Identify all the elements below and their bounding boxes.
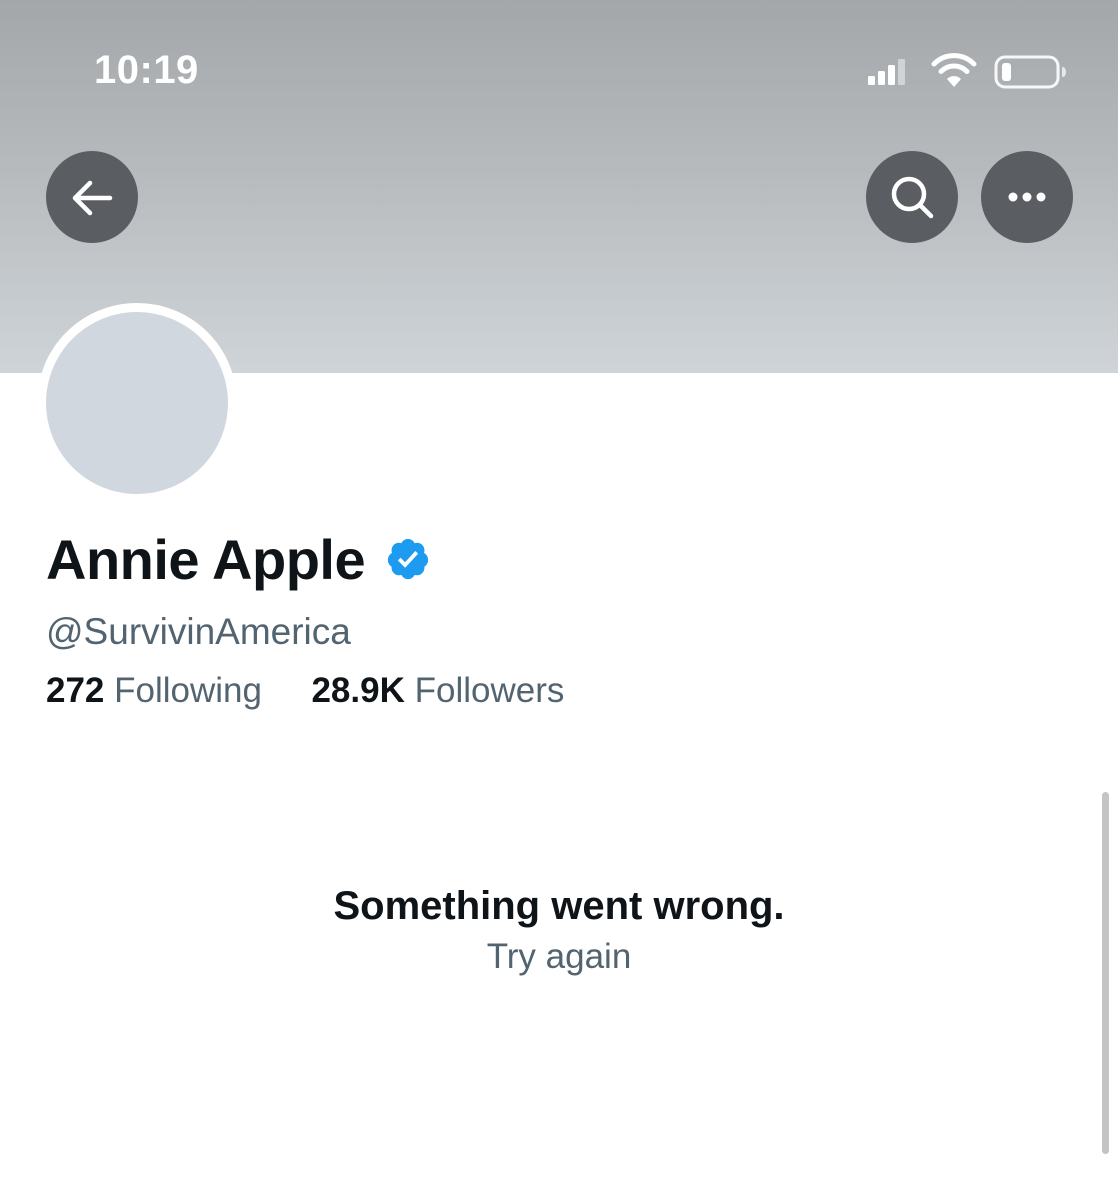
verified-badge-icon[interactable] [385, 536, 431, 587]
search-button[interactable] [866, 151, 958, 243]
battery-icon [994, 54, 1070, 90]
more-horizontal-icon [1008, 192, 1046, 202]
following-link[interactable]: 272 Following [46, 671, 272, 710]
arrow-left-icon [72, 180, 113, 216]
search-icon [891, 176, 934, 219]
status-bar-icons [864, 50, 1074, 94]
followers-count: 28.9K [311, 671, 405, 710]
error-message: Something went wrong. [333, 884, 785, 928]
followers-link[interactable]: 28.9K Followers [302, 671, 565, 710]
more-options-button[interactable] [981, 151, 1073, 243]
followers-label: Followers [414, 671, 565, 710]
cellular-signal-icon [864, 50, 908, 94]
back-button[interactable] [46, 151, 138, 243]
follow-stats: 272 Following 28.9K Followers [46, 671, 564, 711]
following-count: 272 [46, 671, 105, 710]
following-label: Following [114, 671, 262, 710]
error-panel: Something went wrong. Try again [0, 884, 1118, 977]
profile-name-row: Annie Apple [46, 527, 431, 592]
scrollbar[interactable] [1102, 792, 1109, 1154]
wifi-icon [930, 50, 978, 94]
display-name: Annie Apple [46, 528, 366, 591]
status-bar-time: 10:19 [94, 48, 199, 92]
try-again-button[interactable]: Try again [0, 937, 1118, 977]
avatar[interactable] [37, 303, 237, 503]
profile-handle: @SurvivinAmerica [46, 611, 351, 652]
